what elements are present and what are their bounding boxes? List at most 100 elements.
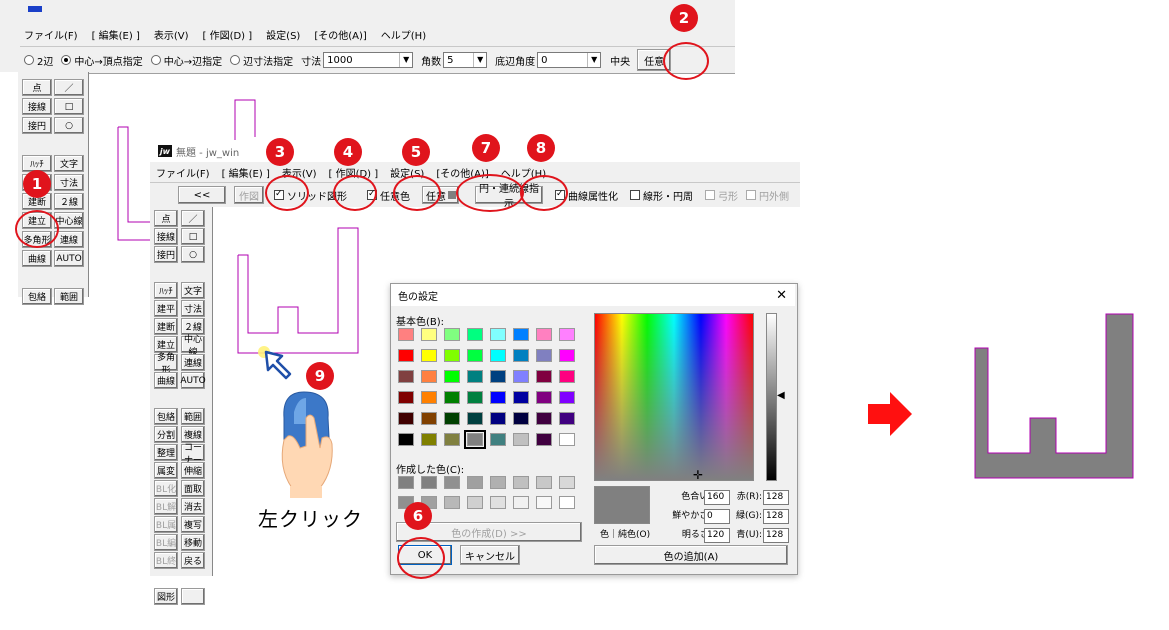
color-spectrum[interactable] [594,313,754,481]
back-menu-item[interactable]: [その他(A)] [314,27,366,42]
basic-color-swatch[interactable] [467,328,483,341]
hue-input[interactable]: 160 [704,490,730,505]
custom-color-swatch[interactable] [536,496,552,509]
custom-color-swatch[interactable] [513,476,529,489]
red-input[interactable]: 128 [763,490,789,505]
tool-button[interactable]: BL終 [154,552,178,569]
basic-color-swatch[interactable] [536,349,552,362]
custom-color-swatch[interactable] [444,476,460,489]
tool-button[interactable]: 接線 [22,98,52,115]
tool-button[interactable] [181,588,205,605]
basic-color-swatch[interactable] [398,412,414,425]
close-icon[interactable]: ✕ [776,288,787,303]
tool-button[interactable]: 包絡 [22,288,52,305]
custom-color-swatch[interactable] [559,476,575,489]
custom-color-swatch[interactable] [536,476,552,489]
tool-button[interactable]: 寸法 [181,300,205,317]
basic-color-swatch[interactable] [444,370,460,383]
green-input[interactable]: 128 [763,509,789,524]
tool-button[interactable]: BL解 [154,498,178,515]
tool-button[interactable]: BL属 [154,516,178,533]
angle-combo[interactable]: 0 ▼ [537,52,602,68]
tool-button[interactable]: □ [181,228,205,245]
tool-button[interactable]: 点 [22,79,52,96]
basic-color-swatch[interactable] [421,370,437,383]
back-menu-item[interactable]: ファイル(F) [24,27,78,42]
tool-button[interactable]: 曲線 [22,250,52,267]
basic-color-swatch[interactable] [490,349,506,362]
tool-button[interactable]: 面取 [181,480,205,497]
sat-input[interactable]: 0 [704,509,730,524]
basic-color-swatch[interactable] [536,370,552,383]
tool-button[interactable]: ○ [54,117,84,134]
basic-color-swatch[interactable] [421,349,437,362]
tool-button[interactable]: コーナー [181,443,205,466]
custom-color-swatch[interactable] [398,476,414,489]
back-menu-item[interactable]: [ 編集(E) ] [92,27,140,42]
tool-button[interactable]: 文字 [181,282,205,299]
basic-color-swatch[interactable] [536,412,552,425]
custom-color-swatch[interactable] [559,496,575,509]
tool-button[interactable]: BL編 [154,534,178,551]
basic-color-swatch[interactable] [559,433,575,446]
custom-color-swatch[interactable] [467,496,483,509]
back-menu-item[interactable]: 設定(S) [266,27,300,42]
basic-color-swatch[interactable] [444,328,460,341]
blue-input[interactable]: 128 [763,528,789,543]
tool-button[interactable]: 多角形 [154,353,178,376]
tool-button[interactable]: ２線 [54,193,84,210]
basic-color-swatch[interactable] [421,433,437,446]
basic-color-swatch[interactable] [398,328,414,341]
basic-color-swatch[interactable] [513,370,529,383]
tool-button[interactable]: 包絡 [154,408,178,425]
chevron-down-icon[interactable]: ▼ [399,53,412,67]
tool-button[interactable]: 接円 [22,117,52,134]
lum-input[interactable]: 120 [704,528,730,543]
cancel-button[interactable]: キャンセル [460,545,520,565]
basic-color-swatch[interactable] [444,391,460,404]
tool-button[interactable]: AUTO [180,372,206,389]
outer-checkbox[interactable] [746,190,756,200]
tool-button[interactable]: 建断 [154,318,178,335]
tool-button[interactable]: 図形 [154,588,178,605]
size-combo[interactable]: 1000 ▼ [323,52,414,68]
tool-button[interactable]: 範囲 [54,288,84,305]
tool-button[interactable]: 移動 [181,534,205,551]
basic-color-swatch[interactable] [490,391,506,404]
basic-color-swatch[interactable] [559,349,575,362]
radio-side-size[interactable] [230,55,241,65]
basic-color-swatch[interactable] [490,412,506,425]
basic-color-swatch[interactable] [444,349,460,362]
custom-color-swatch[interactable] [444,496,460,509]
tool-button[interactable]: 点 [154,210,178,227]
basic-color-swatch[interactable] [513,391,529,404]
center-button[interactable]: 中央 [607,51,633,69]
basic-color-swatch[interactable] [398,433,414,446]
tool-button[interactable]: 接線 [154,228,178,245]
custom-color-swatch[interactable] [490,496,506,509]
custom-color-swatch[interactable] [421,476,437,489]
tool-button[interactable]: 寸法 [54,174,84,191]
tool-button[interactable]: 建平 [154,300,178,317]
back-menu-item[interactable]: [ 作図(D) ] [203,27,253,42]
basic-color-swatch[interactable] [398,391,414,404]
basic-color-swatch[interactable] [421,412,437,425]
radio-center-vertex[interactable] [61,55,72,65]
tool-button[interactable]: 複写 [181,516,205,533]
basic-color-swatch[interactable] [490,370,506,383]
custom-color-swatch[interactable] [467,476,483,489]
basic-color-swatch[interactable] [559,412,575,425]
basic-color-swatch[interactable] [444,412,460,425]
tool-button[interactable]: ／ [54,79,84,96]
basic-color-swatch[interactable] [421,391,437,404]
chevron-down-icon[interactable]: ▼ [473,53,486,67]
tool-button[interactable]: ○ [181,246,205,263]
tool-button[interactable]: □ [54,98,84,115]
arc-checkbox[interactable] [705,190,715,200]
basic-color-swatch[interactable] [398,349,414,362]
basic-color-swatch[interactable] [467,349,483,362]
basic-color-swatch[interactable] [467,391,483,404]
line-circle-checkbox[interactable] [630,190,640,200]
tool-button[interactable]: 接円 [154,246,178,263]
tool-button[interactable]: 曲線 [154,372,178,389]
